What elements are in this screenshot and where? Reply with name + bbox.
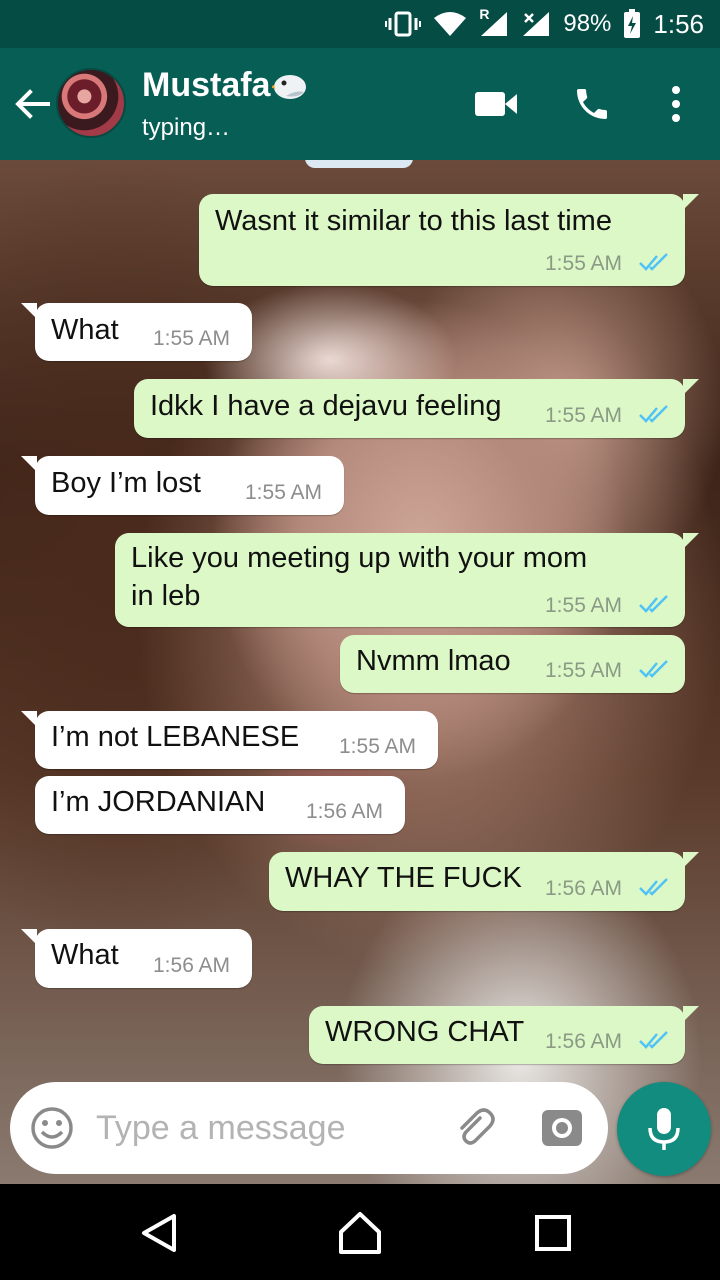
bubble-tail <box>21 303 37 319</box>
message-text: WHAY THE FUCK <box>285 862 522 894</box>
message-text-line: Like you meeting up with your mom <box>131 542 588 574</box>
wifi-icon <box>433 10 467 38</box>
message-bubble[interactable]: What 1:56 AM <box>21 929 252 988</box>
battery-percent: 98% <box>563 10 612 37</box>
message-text: I’m JORDANIAN <box>51 786 266 818</box>
roaming-label: R <box>479 6 490 22</box>
attach-icon <box>460 1108 495 1145</box>
message-time: 1:55 AM <box>245 481 323 504</box>
message-text: Wasnt it similar to this last time <box>215 205 612 237</box>
voice-message-button[interactable] <box>617 1082 711 1176</box>
status-time: 1:56 <box>653 8 704 39</box>
bubble-tail <box>21 929 37 945</box>
message-time: 1:55 AM <box>545 252 623 275</box>
read-ticks-icon <box>639 1031 668 1049</box>
message-bubble[interactable]: I’m JORDANIAN 1:56 AM <box>35 776 405 834</box>
message-time: 1:55 AM <box>545 404 623 427</box>
nav-recents-button[interactable] <box>528 1208 578 1258</box>
contact-avatar[interactable] <box>56 68 126 138</box>
contact-status: typing… <box>142 114 231 141</box>
more-vert-icon <box>672 86 680 122</box>
message-text: Boy I’m lost <box>51 467 201 499</box>
camera-icon <box>542 1110 582 1146</box>
message-bubble[interactable]: Like you meeting up with your mom in leb… <box>115 533 699 627</box>
status-bar: R 98% 1:56 <box>0 0 720 48</box>
message-bubble[interactable]: I’m not LEBANESE 1:55 AM <box>21 711 438 769</box>
chat-header: Mustafa typing… <box>0 48 720 160</box>
video-call-icon <box>475 92 517 116</box>
message-text: Idkk I have a dejavu feeling <box>150 390 502 422</box>
message-time: 1:55 AM <box>545 594 623 617</box>
camera-button[interactable] <box>538 1104 586 1152</box>
nav-home-button[interactable] <box>335 1208 385 1258</box>
message-time: 1:56 AM <box>545 877 623 900</box>
battery-charging-icon <box>623 9 641 39</box>
message-bubble[interactable]: Wasnt it similar to this last time 1:55 … <box>199 194 699 286</box>
bubble-tail <box>683 194 699 210</box>
read-ticks-icon <box>639 660 668 678</box>
chat-area[interactable]: Wasnt it similar to this last time 1:55 … <box>0 160 720 1184</box>
contact-name-row[interactable]: Mustafa <box>142 66 308 105</box>
message-time: 1:56 AM <box>545 1030 623 1053</box>
bird-emoji-icon <box>270 70 308 100</box>
message-bubble[interactable]: WRONG CHAT 1:56 AM <box>309 1006 699 1064</box>
date-chip <box>305 160 413 168</box>
message-time: 1:55 AM <box>545 659 623 682</box>
nav-back-button[interactable] <box>136 1208 186 1258</box>
read-ticks-icon <box>639 595 668 613</box>
message-bubble[interactable]: Boy I’m lost 1:55 AM <box>21 456 344 515</box>
message-text: I’m not LEBANESE <box>51 721 300 753</box>
message-text: What <box>51 314 119 346</box>
voice-call-button[interactable] <box>568 78 616 130</box>
signal-icon <box>521 10 551 38</box>
recents-icon <box>535 1215 571 1251</box>
phone-icon <box>577 89 607 119</box>
back-triangle-icon <box>142 1214 176 1252</box>
home-icon <box>339 1212 381 1254</box>
message-bubble[interactable]: Idkk I have a dejavu feeling 1:55 AM <box>134 379 699 438</box>
signal-icon: R <box>479 6 509 38</box>
read-ticks-icon <box>639 405 668 423</box>
bubble-tail <box>683 852 699 868</box>
emoji-icon <box>31 1107 73 1149</box>
system-nav-bar <box>0 1184 720 1280</box>
bubble-tail <box>683 379 699 395</box>
back-arrow-icon <box>15 89 50 119</box>
video-call-button[interactable] <box>472 78 520 130</box>
contact-name[interactable]: Mustafa <box>142 66 270 104</box>
vibrate-icon <box>385 10 422 38</box>
message-bubble[interactable]: WHAY THE FUCK 1:56 AM <box>269 852 699 911</box>
message-text: Nvmm lmao <box>356 645 511 677</box>
back-button[interactable] <box>12 84 52 124</box>
message-bubble[interactable]: Nvmm lmao 1:55 AM <box>340 635 685 693</box>
mic-icon <box>648 1108 680 1150</box>
message-composer <box>10 1082 608 1174</box>
attach-button[interactable] <box>450 1104 498 1152</box>
message-time: 1:55 AM <box>153 327 231 350</box>
message-time: 1:56 AM <box>153 954 231 977</box>
message-text-line: in leb <box>131 580 201 612</box>
bubble-tail <box>683 533 699 549</box>
emoji-button[interactable] <box>30 1106 74 1150</box>
more-options-button[interactable] <box>652 78 700 130</box>
message-bubble[interactable]: What 1:55 AM <box>21 303 252 361</box>
read-ticks-icon <box>639 878 668 896</box>
bubble-tail <box>21 711 37 727</box>
message-time: 1:56 AM <box>306 800 384 823</box>
message-text: WRONG CHAT <box>325 1016 525 1048</box>
message-text: What <box>51 939 119 971</box>
bubble-tail <box>683 1006 699 1022</box>
message-time: 1:55 AM <box>339 735 417 758</box>
message-input[interactable] <box>96 1100 416 1156</box>
bubble-tail <box>21 456 37 472</box>
read-ticks-icon <box>639 253 668 271</box>
